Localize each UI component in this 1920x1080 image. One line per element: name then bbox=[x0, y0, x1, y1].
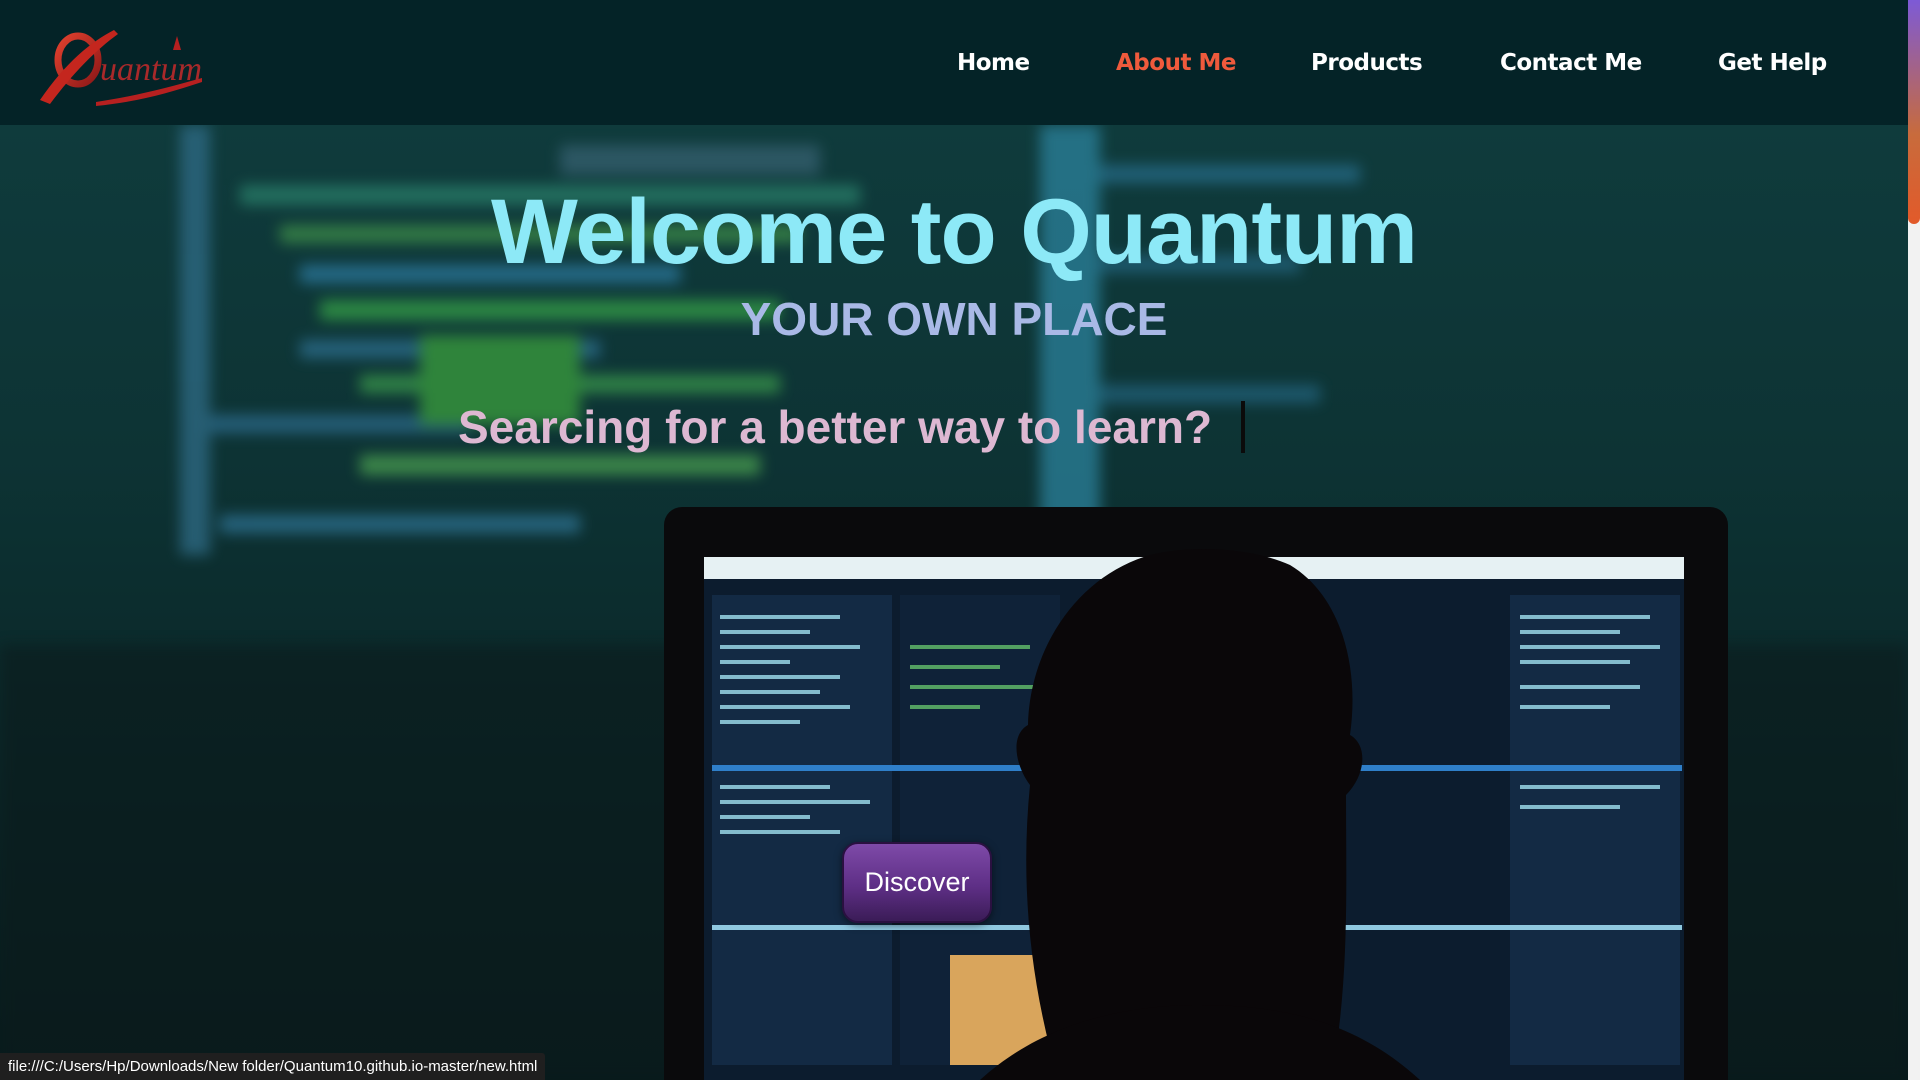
nav-products[interactable]: Products bbox=[1311, 50, 1423, 76]
hero-subtitle: YOUR OWN PLACE bbox=[740, 293, 1168, 345]
nav-get-help[interactable]: Get Help bbox=[1718, 50, 1827, 76]
main-nav: Home About Me Products Contact Me Get He… bbox=[0, 0, 1908, 125]
scrollbar-thumb[interactable] bbox=[1908, 0, 1920, 224]
typing-caret bbox=[1241, 401, 1245, 453]
browser-status-url: file:///C:/Users/Hp/Downloads/New folder… bbox=[0, 1053, 546, 1080]
hero-title: Welcome to Quantum bbox=[491, 181, 1418, 283]
nav-home[interactable]: Home bbox=[957, 50, 1030, 76]
page-scrollbar[interactable] bbox=[1908, 0, 1920, 1080]
discover-button[interactable]: Discover bbox=[842, 842, 992, 923]
site-header: uantum Home About Me Products Contact Me… bbox=[0, 0, 1908, 125]
nav-about-me[interactable]: About Me bbox=[1116, 50, 1236, 76]
nav-contact-me[interactable]: Contact Me bbox=[1500, 50, 1642, 76]
typing-tagline: Searcing for a better way to learn? bbox=[458, 401, 1213, 453]
